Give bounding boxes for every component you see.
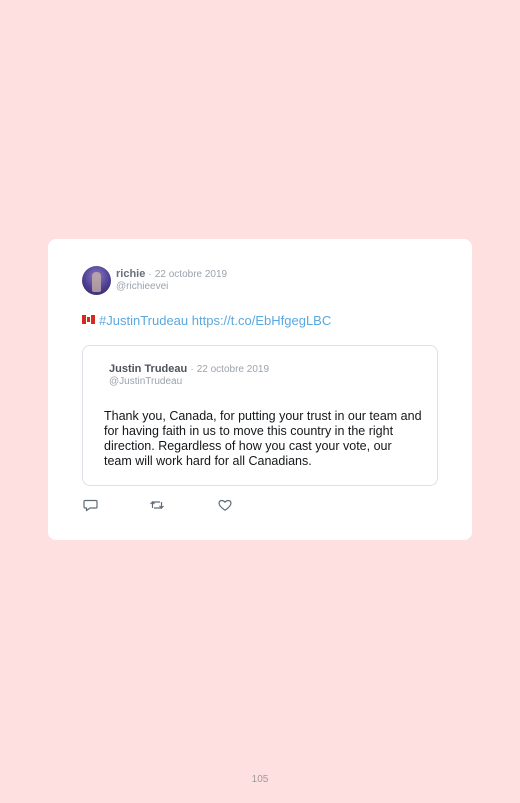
author-name[interactable]: richie bbox=[116, 268, 145, 280]
reply-icon[interactable] bbox=[83, 497, 99, 513]
tweet-card: richie · 22 octobre 2019 @richieevei #Ju… bbox=[48, 239, 472, 540]
avatar[interactable] bbox=[82, 266, 111, 295]
separator: · bbox=[148, 269, 152, 280]
canada-flag-icon bbox=[82, 315, 95, 324]
tweet-date[interactable]: 22 octobre 2019 bbox=[155, 269, 227, 280]
author-handle[interactable]: @richieevei bbox=[116, 281, 168, 292]
quoted-separator: · bbox=[190, 364, 194, 375]
quoted-tweet-text: Thank you, Canada, for putting your trus… bbox=[104, 409, 422, 468]
quoted-author-row: Justin Trudeau · 22 octobre 2019 bbox=[109, 363, 269, 376]
heart-icon[interactable] bbox=[217, 497, 233, 513]
quoted-date[interactable]: 22 octobre 2019 bbox=[197, 364, 269, 375]
tweet-url-link[interactable]: https://t.co/EbHfgegLBC bbox=[192, 313, 331, 328]
page-number: 105 bbox=[251, 774, 269, 785]
author-row: richie · 22 octobre 2019 bbox=[116, 268, 227, 281]
tweet-text: #JustinTrudeau https://t.co/EbHfgegLBC bbox=[82, 313, 331, 329]
quoted-author-handle[interactable]: @JustinTrudeau bbox=[109, 376, 182, 387]
hashtag-link[interactable]: #JustinTrudeau bbox=[99, 313, 188, 328]
quoted-tweet[interactable]: Justin Trudeau · 22 octobre 2019 @Justin… bbox=[82, 345, 438, 486]
retweet-icon[interactable] bbox=[149, 497, 165, 513]
quoted-author-name[interactable]: Justin Trudeau bbox=[109, 363, 187, 375]
